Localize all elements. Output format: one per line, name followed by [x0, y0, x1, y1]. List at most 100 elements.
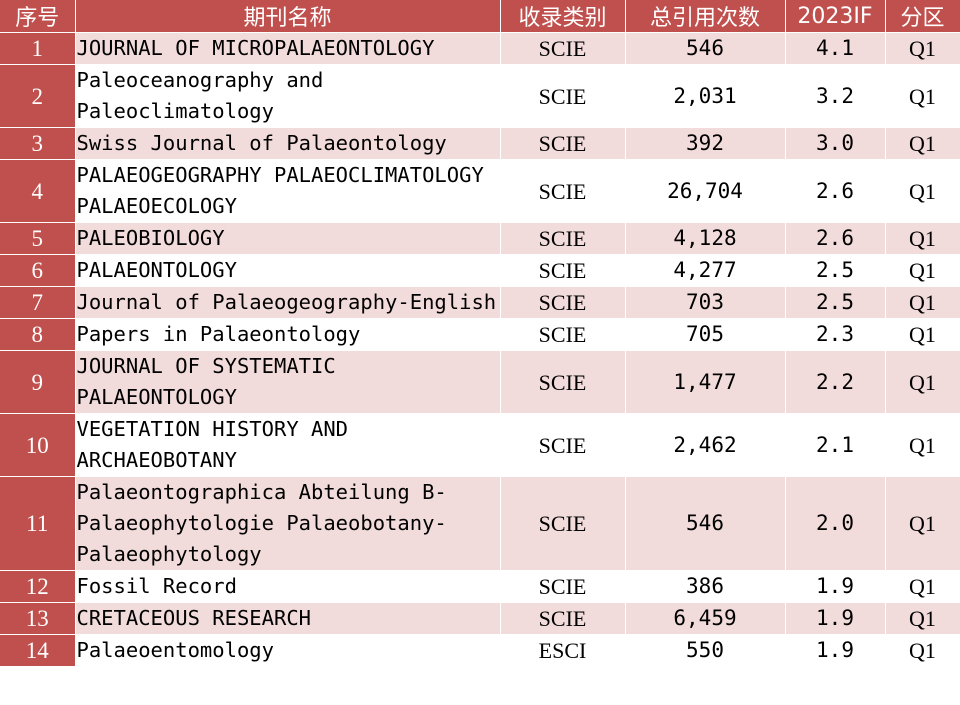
table-row: 14 Palaeoentomology ESCI 550 1.9 Q1 — [0, 634, 960, 667]
impact-factor-cell: 4.1 — [785, 32, 886, 65]
citations-cell: 6,459 — [625, 602, 786, 635]
row-index: 7 — [0, 286, 76, 319]
citations-cell: 703 — [625, 286, 786, 319]
category-cell: SCIE — [500, 159, 626, 223]
journal-name: Palaeoentomology — [75, 634, 501, 667]
journal-name: Fossil Record — [75, 570, 501, 603]
citations-cell: 550 — [625, 634, 786, 667]
header-journal-name: 期刊名称 — [75, 0, 501, 33]
header-impact-factor: 2023IF — [785, 0, 886, 33]
journal-name: PALEOBIOLOGY — [75, 222, 501, 255]
row-index: 8 — [0, 318, 76, 351]
table-row: 1 JOURNAL OF MICROPALAEONTOLOGY SCIE 546… — [0, 32, 960, 65]
category-cell: SCIE — [500, 286, 626, 319]
category-cell: ESCI — [500, 634, 626, 667]
category-cell: SCIE — [500, 350, 626, 414]
quartile-cell: Q1 — [885, 602, 960, 635]
citations-cell: 26,704 — [625, 159, 786, 223]
table-row: 10 VEGETATION HISTORY AND ARCHAEOBOTANY … — [0, 413, 960, 477]
table-row: 2 Paleoceanography and Paleoclimatology … — [0, 64, 960, 128]
impact-factor-cell: 2.3 — [785, 318, 886, 351]
row-index: 9 — [0, 350, 76, 414]
impact-factor-cell: 3.0 — [785, 127, 886, 160]
header-index: 序号 — [0, 0, 76, 33]
category-cell: SCIE — [500, 602, 626, 635]
table-row: 13 CRETACEOUS RESEARCH SCIE 6,459 1.9 Q1 — [0, 602, 960, 635]
header-quartile: 分区 — [885, 0, 960, 33]
row-index: 5 — [0, 222, 76, 255]
citations-cell: 2,031 — [625, 64, 786, 128]
quartile-cell: Q1 — [885, 413, 960, 477]
citations-cell: 2,462 — [625, 413, 786, 477]
header-citations: 总引用次数 — [625, 0, 786, 33]
quartile-cell: Q1 — [885, 254, 960, 287]
quartile-cell: Q1 — [885, 32, 960, 65]
table-row: 11 Palaeontographica Abteilung B-Palaeop… — [0, 476, 960, 571]
journal-name: Papers in Palaeontology — [75, 318, 501, 351]
row-index: 4 — [0, 159, 76, 223]
table-row: 5 PALEOBIOLOGY SCIE 4,128 2.6 Q1 — [0, 222, 960, 255]
row-index: 2 — [0, 64, 76, 128]
impact-factor-cell: 1.9 — [785, 602, 886, 635]
impact-factor-cell: 2.1 — [785, 413, 886, 477]
quartile-cell: Q1 — [885, 286, 960, 319]
row-index: 13 — [0, 602, 76, 635]
category-cell: SCIE — [500, 570, 626, 603]
journal-name: JOURNAL OF MICROPALAEONTOLOGY — [75, 32, 501, 65]
category-cell: SCIE — [500, 222, 626, 255]
table-row: 6 PALAEONTOLOGY SCIE 4,277 2.5 Q1 — [0, 254, 960, 287]
table-row: 12 Fossil Record SCIE 386 1.9 Q1 — [0, 570, 960, 603]
quartile-cell: Q1 — [885, 570, 960, 603]
quartile-cell: Q1 — [885, 318, 960, 351]
impact-factor-cell: 2.5 — [785, 254, 886, 287]
quartile-cell: Q1 — [885, 127, 960, 160]
journal-name: JOURNAL OF SYSTEMATIC PALAEONTOLOGY — [75, 350, 501, 414]
impact-factor-cell: 1.9 — [785, 634, 886, 667]
table-row: 8 Papers in Palaeontology SCIE 705 2.3 Q… — [0, 318, 960, 351]
row-index: 14 — [0, 634, 76, 667]
impact-factor-cell: 2.0 — [785, 476, 886, 571]
citations-cell: 4,128 — [625, 222, 786, 255]
header-row: 序号 期刊名称 收录类别 总引用次数 2023IF 分区 — [0, 0, 960, 33]
impact-factor-cell: 2.6 — [785, 159, 886, 223]
quartile-cell: Q1 — [885, 350, 960, 414]
quartile-cell: Q1 — [885, 159, 960, 223]
citations-cell: 392 — [625, 127, 786, 160]
category-cell: SCIE — [500, 127, 626, 160]
journal-table: 序号 期刊名称 收录类别 总引用次数 2023IF 分区 1 JOURNAL O… — [0, 0, 960, 667]
category-cell: SCIE — [500, 32, 626, 65]
journal-name: Paleoceanography and Paleoclimatology — [75, 64, 501, 128]
journal-name: Journal of Palaeogeography-English — [75, 286, 501, 319]
impact-factor-cell: 3.2 — [785, 64, 886, 128]
journal-name: PALAEONTOLOGY — [75, 254, 501, 287]
journal-name: Palaeontographica Abteilung B-Palaeophyt… — [75, 476, 501, 571]
citations-cell: 546 — [625, 32, 786, 65]
quartile-cell: Q1 — [885, 476, 960, 571]
citations-cell: 4,277 — [625, 254, 786, 287]
row-index: 1 — [0, 32, 76, 65]
impact-factor-cell: 1.9 — [785, 570, 886, 603]
row-index: 6 — [0, 254, 76, 287]
row-index: 3 — [0, 127, 76, 160]
table-row: 3 Swiss Journal of Palaeontology SCIE 39… — [0, 127, 960, 160]
journal-name: PALAEOGEOGRAPHY PALAEOCLIMATOLOGY PALAEO… — [75, 159, 501, 223]
category-cell: SCIE — [500, 64, 626, 128]
table-row: 7 Journal of Palaeogeography-English SCI… — [0, 286, 960, 319]
category-cell: SCIE — [500, 476, 626, 571]
row-index: 10 — [0, 413, 76, 477]
journal-name: Swiss Journal of Palaeontology — [75, 127, 501, 160]
quartile-cell: Q1 — [885, 222, 960, 255]
quartile-cell: Q1 — [885, 634, 960, 667]
table-row: 9 JOURNAL OF SYSTEMATIC PALAEONTOLOGY SC… — [0, 350, 960, 414]
citations-cell: 1,477 — [625, 350, 786, 414]
journal-name: CRETACEOUS RESEARCH — [75, 602, 501, 635]
citations-cell: 705 — [625, 318, 786, 351]
category-cell: SCIE — [500, 413, 626, 477]
category-cell: SCIE — [500, 254, 626, 287]
citations-cell: 546 — [625, 476, 786, 571]
table-row: 4 PALAEOGEOGRAPHY PALAEOCLIMATOLOGY PALA… — [0, 159, 960, 223]
citations-cell: 386 — [625, 570, 786, 603]
row-index: 12 — [0, 570, 76, 603]
impact-factor-cell: 2.5 — [785, 286, 886, 319]
quartile-cell: Q1 — [885, 64, 960, 128]
